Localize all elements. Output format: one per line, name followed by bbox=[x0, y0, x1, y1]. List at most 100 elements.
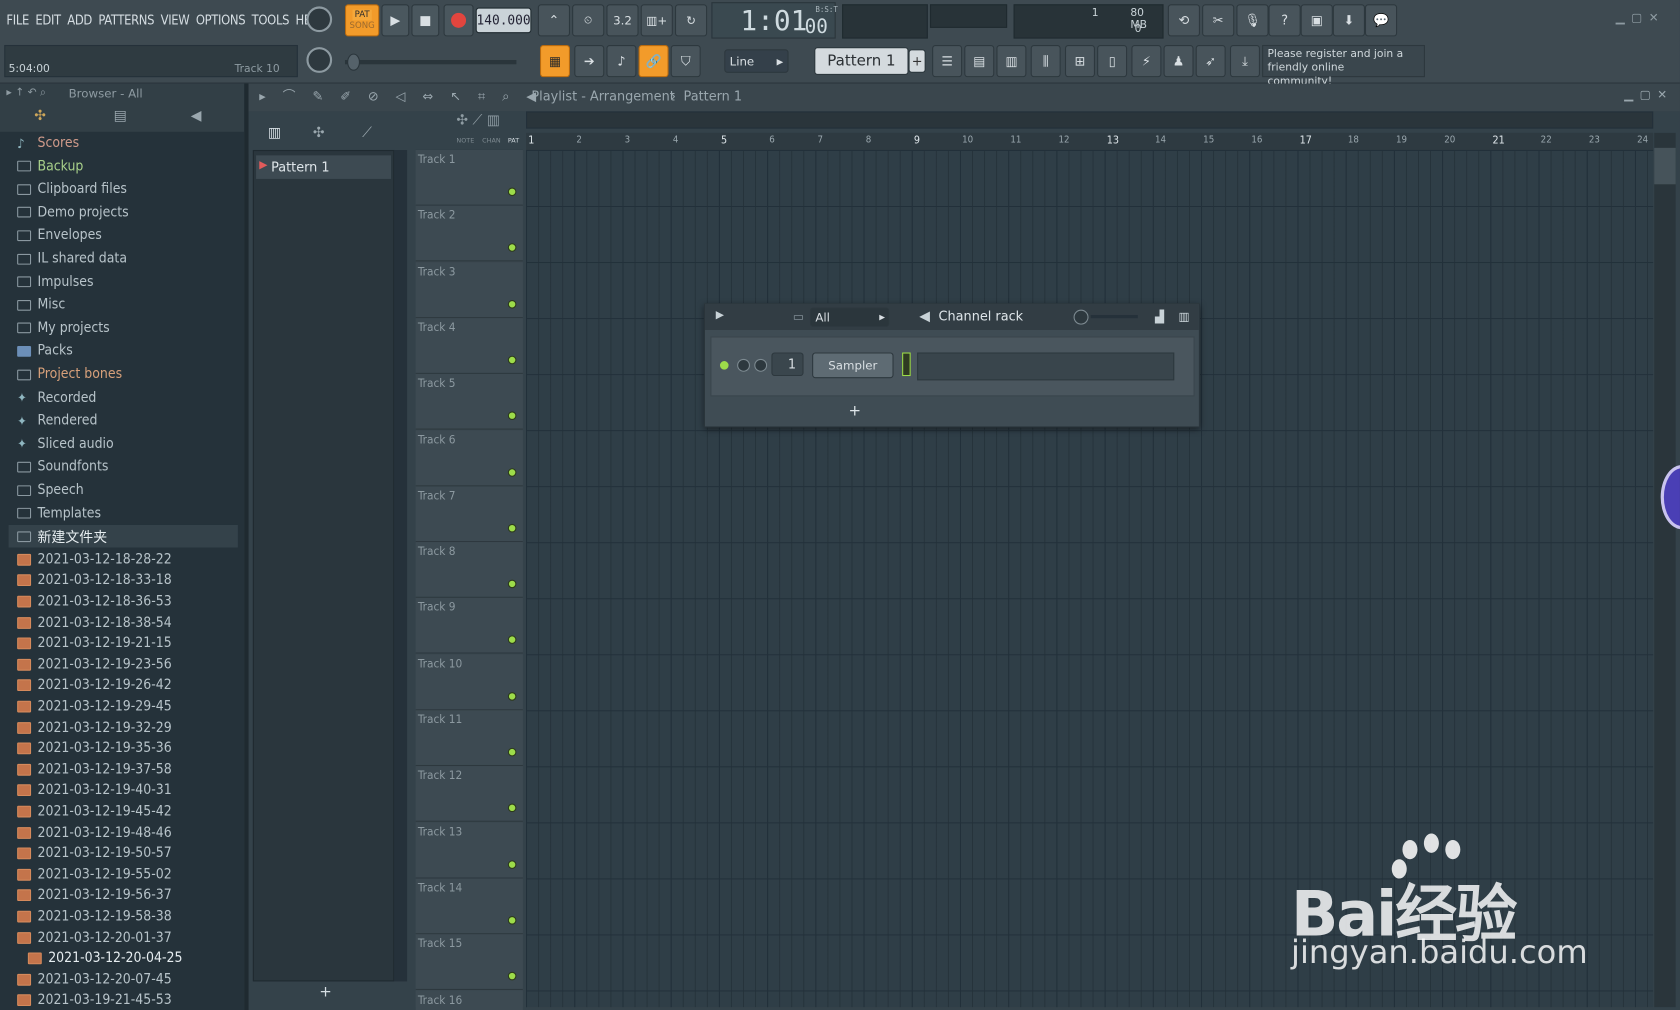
record-button[interactable] bbox=[443, 4, 474, 37]
track-mute-led[interactable] bbox=[507, 915, 517, 925]
track-header[interactable]: Track 15 bbox=[415, 934, 523, 991]
news-panel[interactable]: Please register and join a friendly onli… bbox=[1262, 44, 1425, 88]
menu-file[interactable]: FILE bbox=[6, 13, 29, 28]
browser-file[interactable]: 2021-03-12-19-21-15 bbox=[17, 632, 172, 654]
track-header[interactable]: Track 3 bbox=[415, 262, 523, 318]
track-header[interactable]: Track 10 bbox=[415, 654, 523, 711]
browser-file[interactable]: 2021-03-12-19-56-37 bbox=[17, 884, 172, 906]
piano-keys-icon[interactable]: ▥ bbox=[268, 126, 281, 140]
playlist-window-controls[interactable]: ▁▢✕ bbox=[1624, 88, 1673, 102]
channel-rack-icon[interactable]: ▥ bbox=[996, 44, 1027, 78]
microphone-icon[interactable]: 🎙 bbox=[1236, 4, 1269, 37]
browser-folder[interactable]: ✦ Recorded bbox=[17, 386, 96, 408]
channel-name-button[interactable]: Sampler bbox=[812, 352, 894, 379]
browser-folder[interactable]: 新建文件夹 bbox=[8, 525, 238, 548]
track-mute-led[interactable] bbox=[507, 299, 517, 309]
browser-file[interactable]: 2021-03-12-19-58-38 bbox=[17, 905, 172, 927]
menu-patterns[interactable]: PATTERNS bbox=[98, 13, 154, 28]
channel-led[interactable] bbox=[719, 361, 729, 370]
current-project-icon[interactable]: ▤ bbox=[114, 109, 127, 123]
metronome-button[interactable]: ⌃ bbox=[537, 4, 570, 37]
track-header[interactable]: Track 1 bbox=[415, 149, 523, 206]
menu-view[interactable]: VIEW bbox=[161, 13, 190, 28]
project-info-icon[interactable]: ▯ bbox=[1097, 44, 1128, 78]
cut-icon[interactable]: ✂ bbox=[1202, 4, 1235, 37]
browser-file[interactable]: 2021-03-19-21-45-53 bbox=[17, 989, 172, 1010]
track-mute-led[interactable] bbox=[507, 635, 517, 645]
browser-folder[interactable]: Envelopes bbox=[17, 224, 102, 246]
browser-folder[interactable]: My projects bbox=[17, 317, 110, 339]
menu-options[interactable]: OPTIONS bbox=[196, 13, 246, 28]
pat-song-toggle[interactable]: PAT SONG bbox=[344, 4, 380, 37]
timeline-ruler[interactable]: 1 2 3 4 5 6 7 8 9 10 11 12 13 14 15 16 17 18 19 20 21 22 23 24 bbox=[526, 132, 1654, 150]
track-mute-led[interactable] bbox=[507, 411, 517, 421]
snap-select[interactable]: Line ▶ bbox=[724, 49, 789, 73]
channel-volume-knob[interactable] bbox=[737, 358, 750, 372]
step-edit-button[interactable]: ▥+ bbox=[640, 4, 673, 37]
browser-nav-icons[interactable]: ▸ ↑ ↶ ⌕ bbox=[6, 87, 46, 99]
arrow-right-icon[interactable]: ➔ bbox=[574, 44, 605, 78]
horizontal-scroll[interactable] bbox=[526, 111, 1654, 129]
touch-keyboard-icon[interactable]: ♟ bbox=[1163, 44, 1194, 78]
browser-folder[interactable]: ♪ Scores bbox=[17, 132, 79, 154]
channel-mixer-track[interactable]: 1 bbox=[771, 352, 804, 377]
help-icon[interactable]: ? bbox=[1268, 4, 1301, 37]
browser-folder[interactable]: Templates bbox=[17, 502, 101, 524]
browser-folder[interactable]: Packs bbox=[17, 340, 73, 362]
track-header[interactable]: Track 5 bbox=[415, 374, 523, 430]
browser-icon[interactable]: ⊞ bbox=[1064, 44, 1095, 78]
stop-button[interactable]: ■ bbox=[411, 4, 440, 37]
speaker-icon[interactable]: ◀ bbox=[191, 109, 202, 123]
tempo-display[interactable]: 140.000 bbox=[475, 7, 532, 34]
browser-folder[interactable]: Backup bbox=[17, 155, 83, 177]
channel-select-indicator[interactable] bbox=[902, 352, 911, 377]
browser-folder[interactable]: ✦ Rendered bbox=[17, 409, 97, 431]
track-mute-led[interactable] bbox=[507, 355, 517, 365]
browser-file[interactable]: 2021-03-12-20-01-37 bbox=[17, 926, 172, 948]
pattern-select[interactable]: Pattern 1 bbox=[814, 47, 909, 75]
track-header[interactable]: Track 7 bbox=[415, 486, 523, 542]
master-volume-knob[interactable] bbox=[306, 6, 333, 33]
browser-file[interactable]: 2021-03-12-18-33-18 bbox=[17, 569, 172, 591]
browser-folder[interactable]: Misc bbox=[17, 294, 65, 316]
browser-folder[interactable]: Speech bbox=[17, 479, 84, 501]
expand-icon[interactable]: ▶ bbox=[716, 310, 724, 322]
browser-scrollbar[interactable] bbox=[244, 83, 249, 1010]
track-mute-led[interactable] bbox=[507, 971, 517, 981]
channel-pan-knob[interactable] bbox=[754, 358, 768, 372]
step-view-icon[interactable]: ▥ bbox=[1179, 311, 1190, 323]
chat-icon[interactable]: 💬 bbox=[1364, 4, 1398, 37]
track-mute-led[interactable] bbox=[507, 243, 517, 253]
track-mute-led[interactable] bbox=[507, 747, 517, 757]
track-mute-led[interactable] bbox=[507, 691, 517, 701]
undo-history-icon[interactable]: ⟲ bbox=[1167, 4, 1200, 37]
browser-folder[interactable]: Project bones bbox=[17, 363, 122, 385]
swing-knob[interactable] bbox=[1073, 309, 1089, 325]
track-mute-led[interactable] bbox=[507, 579, 517, 589]
browser-folder[interactable]: Clipboard files bbox=[17, 178, 127, 200]
master-slider-handle[interactable] bbox=[347, 53, 360, 71]
browser-file[interactable]: 2021-03-12-19-55-02 bbox=[17, 863, 172, 885]
mixer-icon[interactable]: ⫼ bbox=[1030, 44, 1061, 78]
track-header[interactable]: Track 6 bbox=[415, 430, 523, 486]
plugin-database-icon[interactable]: ✣ bbox=[34, 109, 46, 123]
browser-folder[interactable]: Impulses bbox=[17, 271, 94, 293]
piano-roll-view-button[interactable]: ▦ bbox=[539, 44, 570, 78]
song-position-display[interactable]: 1:01 00 B:S:T bbox=[711, 2, 838, 39]
track-mute-led[interactable] bbox=[507, 523, 517, 533]
browser-file[interactable]: 2021-03-12-19-37-58 bbox=[17, 758, 172, 780]
browser-file[interactable]: 2021-03-12-19-50-57 bbox=[17, 842, 172, 864]
browser-file[interactable]: 2021-03-12-19-35-36 bbox=[17, 737, 172, 759]
browser-file[interactable]: 2021-03-12-18-28-22 bbox=[17, 548, 172, 570]
save-icon[interactable]: ▣ bbox=[1300, 4, 1333, 37]
countdown-button[interactable]: 3.2 bbox=[606, 4, 639, 37]
master-pitch-knob[interactable] bbox=[306, 47, 333, 73]
render-icon[interactable]: ⬇ bbox=[1332, 4, 1365, 37]
draw-tool-icon[interactable]: ♪ bbox=[606, 44, 637, 78]
track-header[interactable]: Track 8 bbox=[415, 542, 523, 598]
piano-roll-icon[interactable]: ▤ bbox=[964, 44, 995, 78]
loop-record-button[interactable]: ↻ bbox=[674, 4, 708, 37]
browser-folder[interactable]: Demo projects bbox=[17, 201, 129, 223]
pattern-list-scrollbar[interactable] bbox=[394, 149, 408, 982]
browser-folder[interactable]: Soundfonts bbox=[17, 456, 108, 478]
